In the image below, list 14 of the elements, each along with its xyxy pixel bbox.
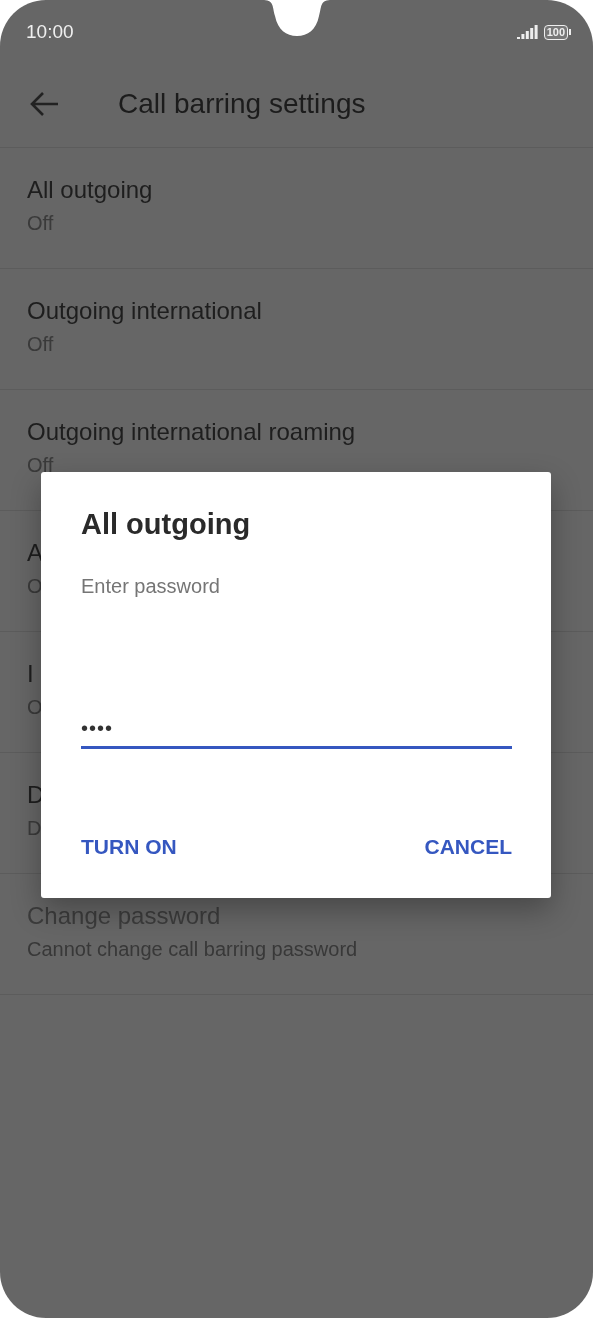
setting-title: Outgoing international roaming xyxy=(27,418,356,446)
toolbar-title: Call barring settings xyxy=(118,87,366,120)
password-field[interactable]: •••• xyxy=(81,717,512,749)
signal-icon xyxy=(516,25,539,39)
dialog-title: All outgoing xyxy=(81,508,251,541)
battery-icon: 100 xyxy=(543,24,571,40)
back-arrow-icon[interactable] xyxy=(30,90,60,117)
cancel-button[interactable]: CANCEL xyxy=(424,835,512,859)
setting-title: All outgoing xyxy=(27,176,153,204)
password-label: Enter password xyxy=(81,575,220,598)
setting-title: I xyxy=(27,660,34,688)
turn-on-button[interactable]: TURN ON xyxy=(81,835,177,859)
status-time: 10:00 xyxy=(26,21,74,43)
setting-title: Outgoing international xyxy=(27,297,262,325)
